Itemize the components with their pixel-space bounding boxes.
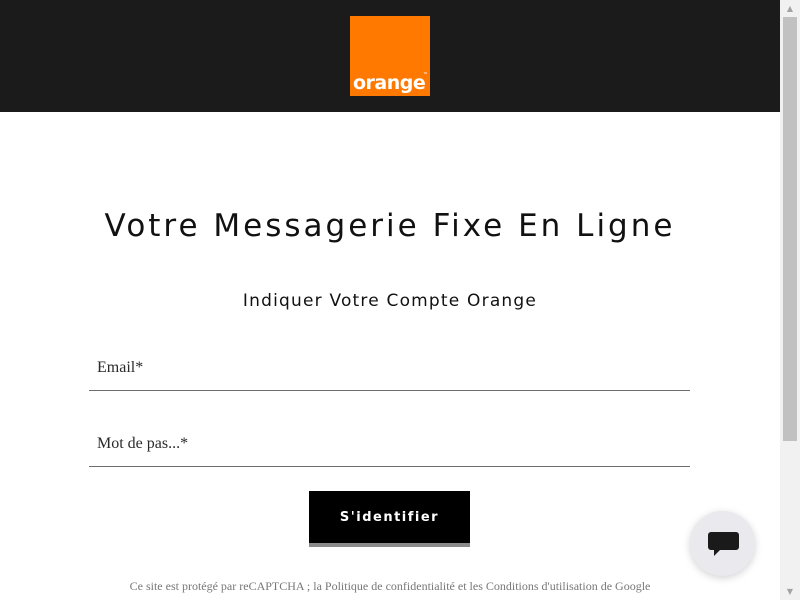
logo-text: orange [353,72,426,94]
page-subtitle: Indiquer Votre Compte Orange [242,291,538,311]
orange-logo[interactable]: ™ orange [350,16,430,96]
password-field[interactable] [89,421,690,467]
scroll-up-icon[interactable]: ▲ [780,0,800,17]
recaptcha-note: Ce site est protégé par reCAPTCHA ; la P… [129,579,651,593]
email-field[interactable] [89,345,690,391]
site-header: ™ orange [0,0,780,112]
chat-bubble-icon [708,532,739,556]
page-title: Votre Messagerie Fixe En Ligne [104,208,676,244]
login-button[interactable]: S'identifier [309,491,470,547]
chat-button[interactable] [690,511,755,576]
scroll-thumb[interactable] [783,17,797,441]
scroll-down-icon[interactable]: ▼ [780,583,800,600]
vertical-scrollbar[interactable]: ▲ ▼ [780,0,800,600]
